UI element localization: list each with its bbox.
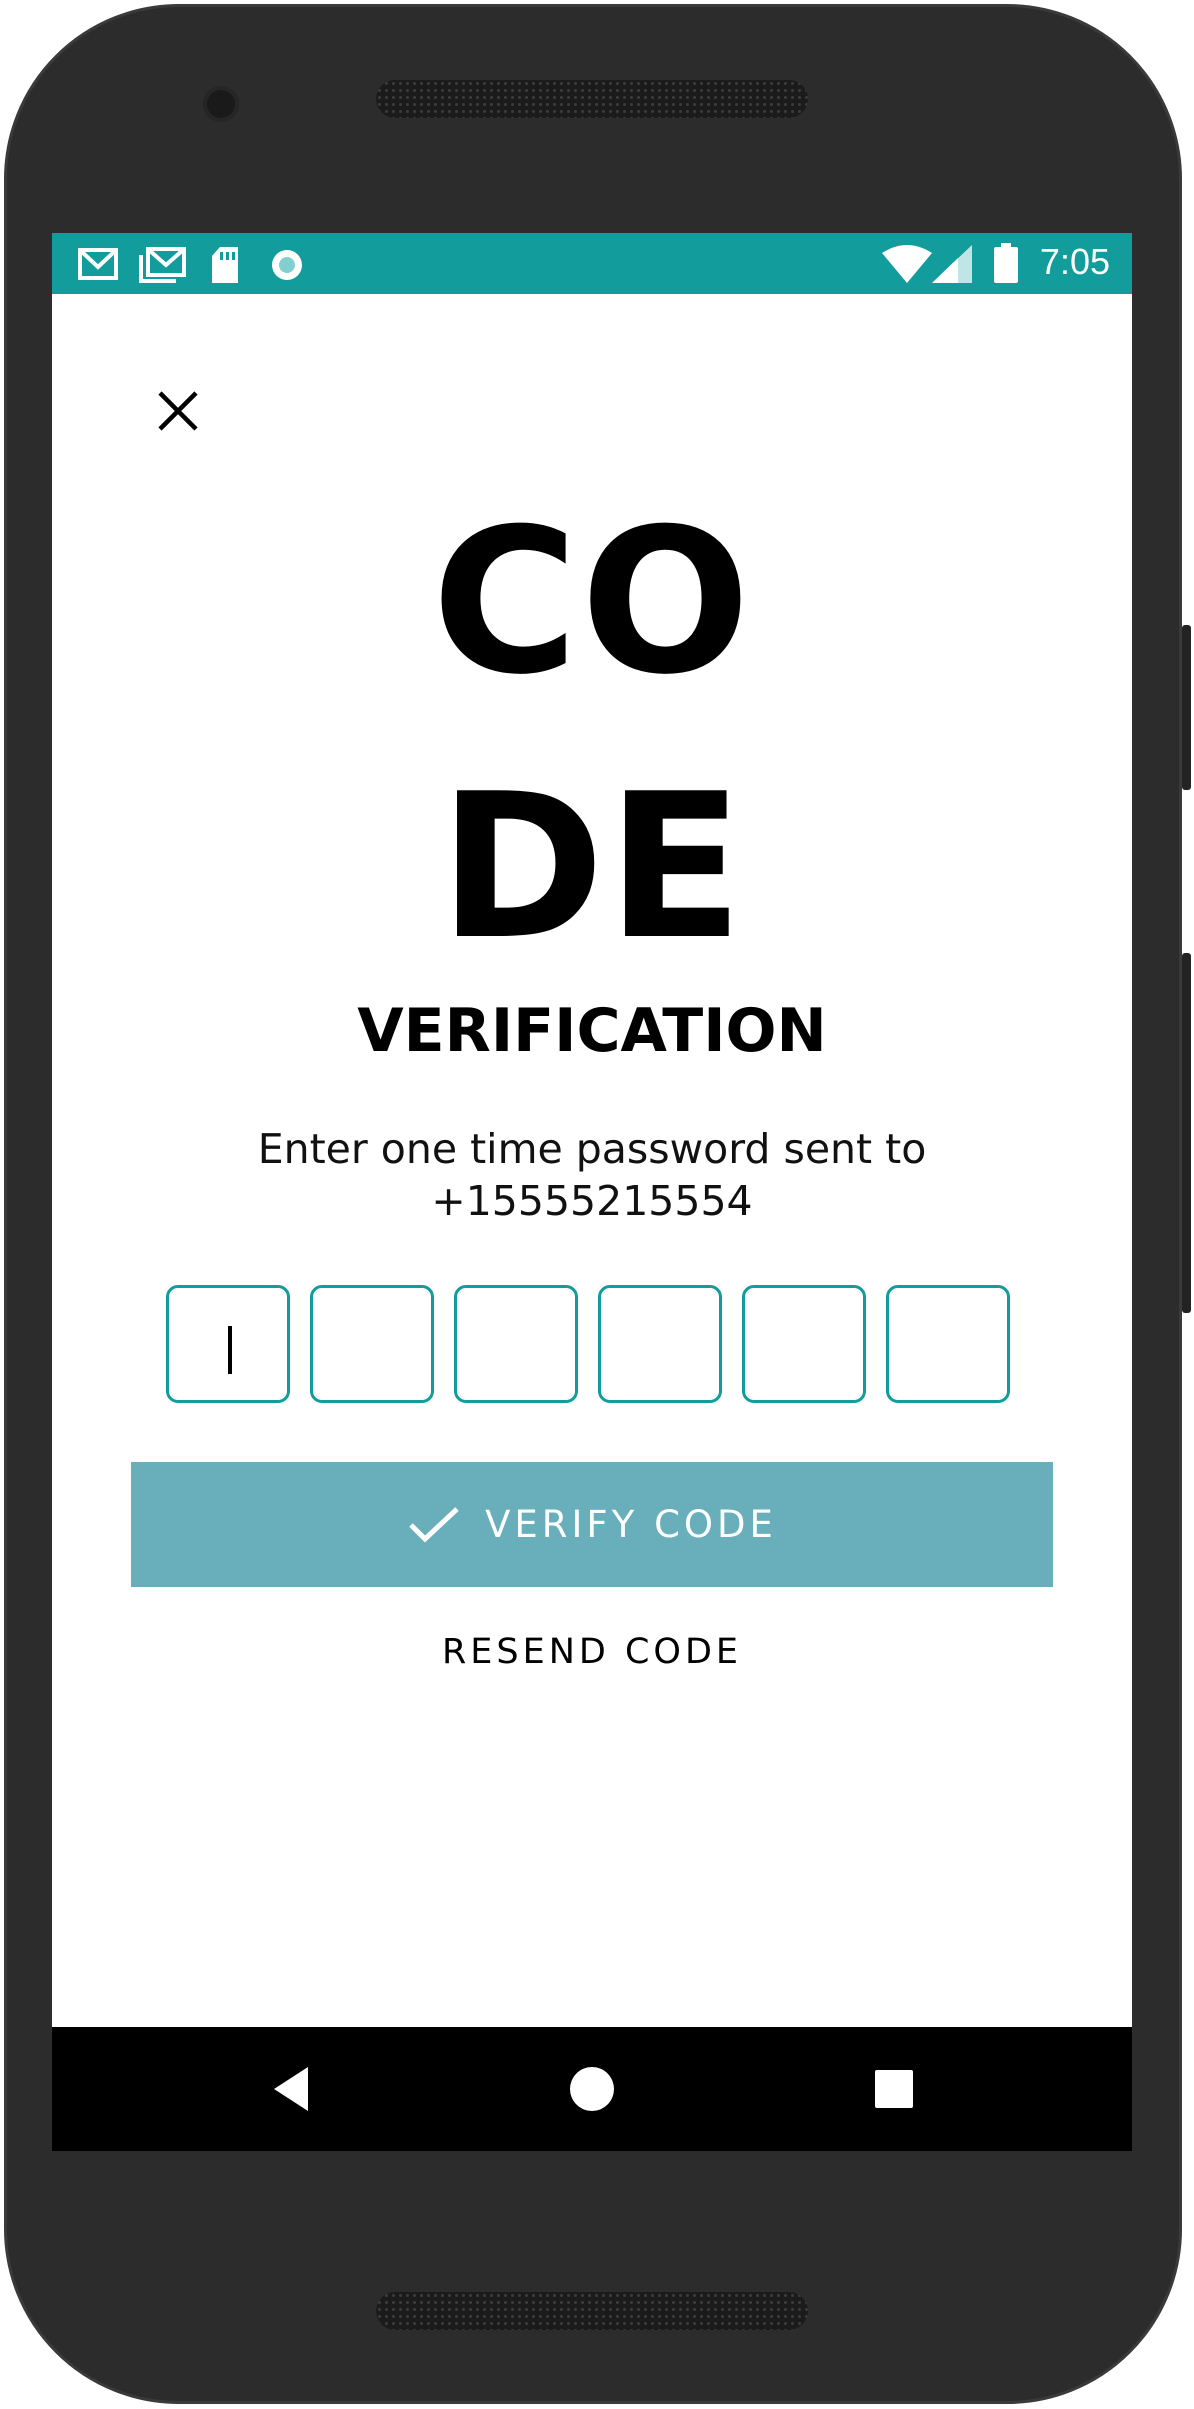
recents-square-icon[interactable] xyxy=(864,2059,924,2119)
status-time: 7:05 xyxy=(1039,241,1110,282)
resend-code-button[interactable]: RESEND CODE xyxy=(52,1632,1132,1672)
otp-digit-4[interactable] xyxy=(598,1285,722,1403)
gmail-stacked-icon xyxy=(139,247,186,283)
otp-digit-3[interactable] xyxy=(454,1285,578,1403)
app-screen: 7:05 CO DE VERIFICATION Enter one time p… xyxy=(52,233,1132,2151)
bottom-speaker xyxy=(376,2292,808,2330)
otp-digit-5[interactable] xyxy=(742,1285,866,1403)
signal-icon xyxy=(932,245,972,283)
sd-card-icon xyxy=(212,247,238,283)
otp-digit-1[interactable] xyxy=(166,1285,290,1403)
power-button xyxy=(1182,625,1191,790)
otp-digit-2[interactable] xyxy=(310,1285,434,1403)
phone-number: +15555215554 xyxy=(431,1177,753,1225)
back-triangle-icon[interactable] xyxy=(262,2059,322,2119)
close-icon xyxy=(158,391,198,431)
title-line-2: DE xyxy=(438,751,746,984)
sync-icon xyxy=(272,250,302,280)
battery-icon xyxy=(994,243,1018,283)
otp-digit-6[interactable] xyxy=(886,1285,1010,1403)
home-circle-icon[interactable] xyxy=(562,2059,622,2119)
title-line-1: CO xyxy=(431,486,753,719)
title-line-3: VERIFICATION xyxy=(357,996,827,1066)
close-button[interactable] xyxy=(152,385,204,437)
top-speaker xyxy=(376,80,808,118)
instructions-text: Enter one time password sent to xyxy=(257,1125,927,1173)
wifi-icon xyxy=(882,245,932,283)
text-caret xyxy=(228,1326,232,1374)
check-icon xyxy=(409,1506,459,1542)
gmail-icon xyxy=(78,248,118,280)
navigation-bar xyxy=(52,2027,1132,2151)
front-camera xyxy=(203,86,239,122)
verify-code-label: VERIFY CODE xyxy=(485,1503,777,1546)
verify-code-button[interactable]: VERIFY CODE xyxy=(131,1462,1053,1587)
status-bar: 7:05 xyxy=(52,233,1132,294)
instructions: Enter one time password sent to +1555521… xyxy=(52,1123,1132,1227)
volume-button xyxy=(1182,953,1191,1313)
